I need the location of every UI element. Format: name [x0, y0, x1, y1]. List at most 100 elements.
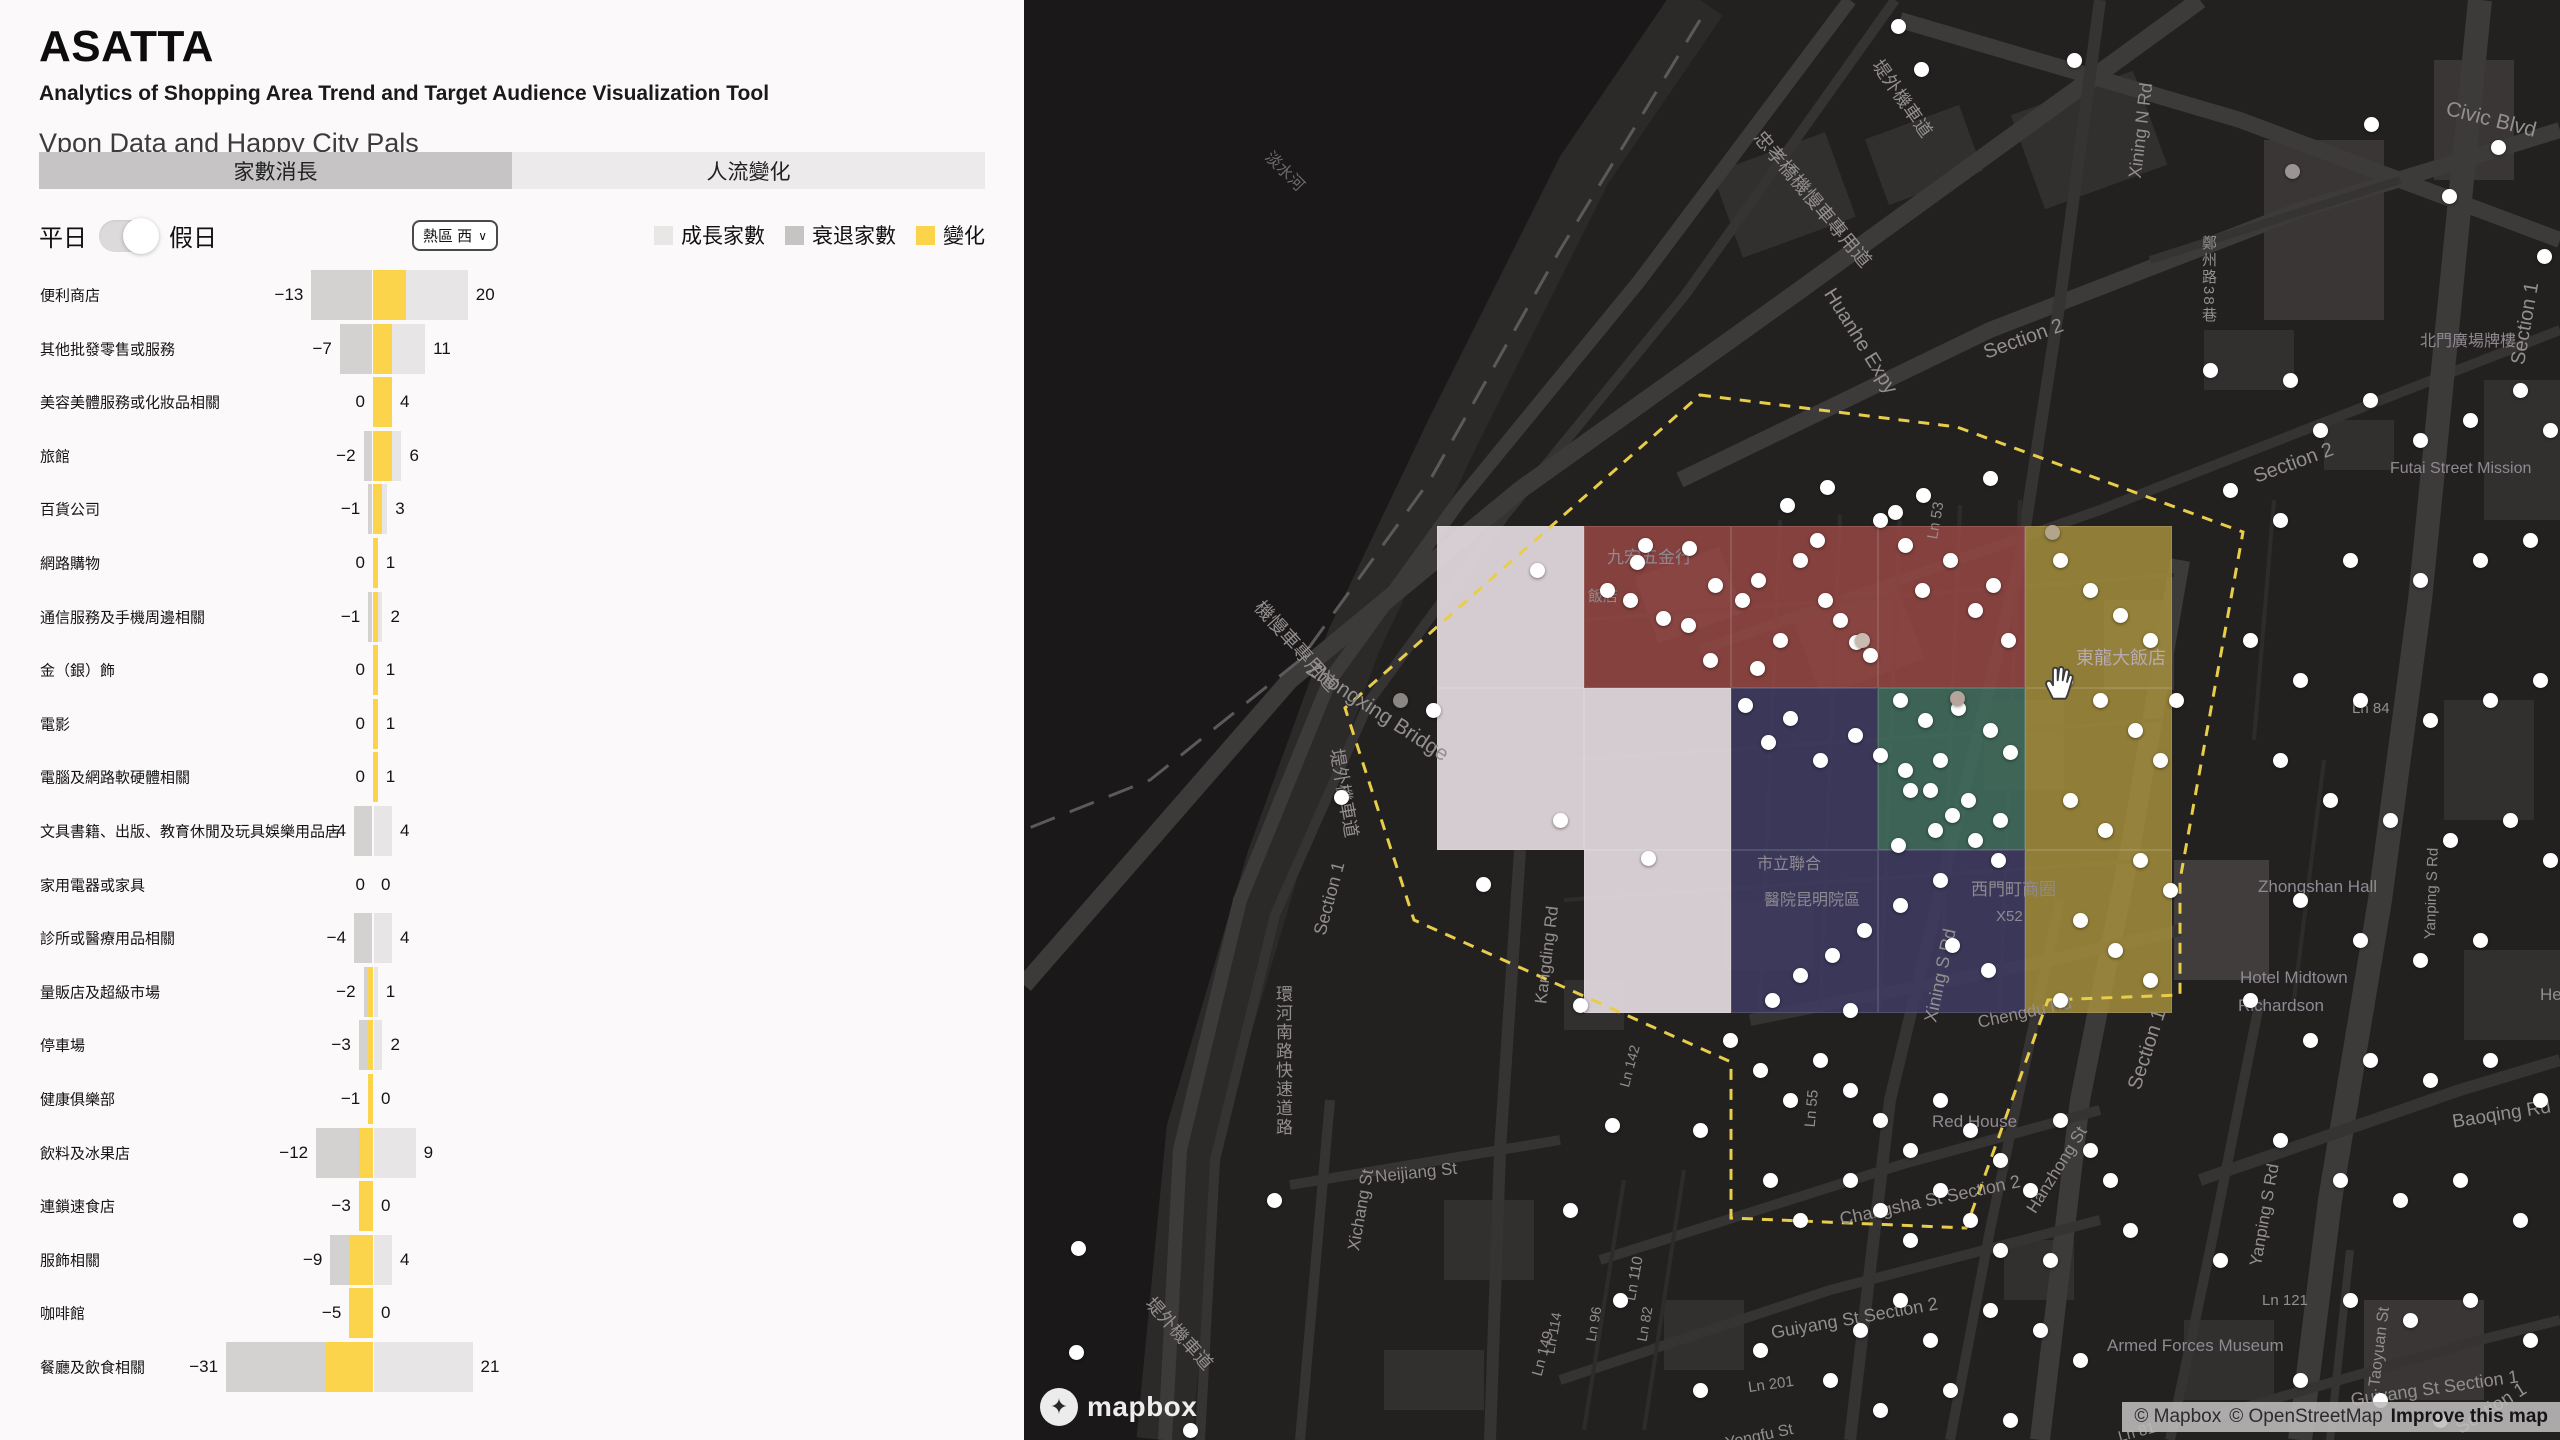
bar-change [373, 377, 392, 427]
poi-dot [2098, 823, 2113, 838]
poi-dot [2169, 693, 2184, 708]
bar-change [349, 1288, 373, 1338]
bar-value-left: 0 [356, 392, 365, 412]
overlay-cell-navy[interactable] [1731, 688, 1878, 850]
poi-dot [2442, 189, 2457, 204]
bar-category-label: 健康俱樂部 [40, 1089, 370, 1110]
poi-dot [2143, 633, 2158, 648]
chart-row: 電腦及網路軟硬體相關01 [0, 750, 1024, 804]
bar-value-right: 1 [386, 767, 395, 787]
bar-value-left: 0 [356, 875, 365, 895]
poi-dot [1963, 1213, 1978, 1228]
bar-change [368, 1074, 373, 1124]
poi-dot [1623, 593, 1638, 608]
overlay-cell-white[interactable] [1584, 850, 1731, 1013]
attrib-mapbox[interactable]: © Mapbox [2134, 1406, 2221, 1428]
tab-foot-traffic[interactable]: 人流變化 [512, 152, 985, 189]
poi-dot [1888, 505, 1903, 520]
overlay-cell-navy[interactable] [1731, 850, 1878, 1013]
bar-change [349, 1235, 373, 1285]
map-label: 醫院昆明院區 [1764, 886, 1860, 910]
poi-dot [1825, 948, 1840, 963]
poi-dot [1928, 823, 1943, 838]
poi-dot [2113, 608, 2128, 623]
poi-dot [1530, 563, 1545, 578]
poi-dot [1968, 833, 1983, 848]
bar-value-left: −1 [341, 499, 360, 519]
chart-row: 網路購物01 [0, 536, 1024, 590]
poi-dot [2073, 1353, 2088, 1368]
bar-value-left: −2 [336, 982, 355, 1002]
poi-dot [1933, 1183, 1948, 1198]
poi-dot [2323, 793, 2338, 808]
bar-change [373, 484, 382, 534]
bar-growth [373, 1020, 382, 1070]
poi-dot [1853, 1323, 1868, 1338]
poi-dot [1613, 1293, 1628, 1308]
bar-value-left: −5 [322, 1303, 341, 1323]
toggle-knob[interactable] [123, 218, 159, 254]
poi-dot [1638, 538, 1653, 553]
bar-change [373, 431, 392, 481]
bar-category-label: 通信服務及手機周邊相關 [40, 606, 370, 627]
tab-store-change[interactable]: 家數消長 [39, 152, 512, 189]
poi-dot [1763, 1173, 1778, 1188]
poi-dot [1986, 578, 2001, 593]
poi-dot [1943, 1383, 1958, 1398]
legend-item: 衰退家數 [785, 220, 896, 250]
bar-value-left: −2 [336, 446, 355, 466]
poi-dot [1793, 1213, 1808, 1228]
poi-dot [1793, 553, 1808, 568]
chart-row: 美容美體服務或化妝品相關04 [0, 375, 1024, 429]
bar-category-label: 金（銀）飾 [40, 660, 370, 681]
poi-dot [1833, 613, 1848, 628]
tab-bar: 家數消長 人流變化 [39, 152, 985, 189]
poi-dot [1945, 808, 1960, 823]
bar-change [373, 324, 392, 374]
poi-dot [1857, 923, 1872, 938]
poi-dot [1993, 1243, 2008, 1258]
bar-value-right: 6 [409, 446, 418, 466]
legend-swatch [916, 226, 935, 245]
poi-dot [1891, 19, 1906, 34]
overlay-cell-white[interactable] [1584, 688, 1731, 850]
attrib-osm[interactable]: © OpenStreetMap [2229, 1406, 2382, 1428]
poi-dot [1761, 735, 1776, 750]
bar-change [373, 592, 378, 642]
attrib-improve-link[interactable]: Improve this map [2391, 1406, 2548, 1428]
bar-value-left: −4 [327, 821, 346, 841]
poi-dot [1267, 1193, 1282, 1208]
bar-growth [373, 1235, 392, 1285]
header: ASATTA Analytics of Shopping Area Trend … [39, 22, 769, 159]
map-label: Hotel Midtown [2240, 968, 2348, 988]
overlay-cell-white[interactable] [1437, 526, 1584, 688]
map-canvas[interactable]: 忠孝橋機慢車專用道機慢車專用道Zhongxing Bridge堤外機車道堤外機車… [1024, 0, 2560, 1440]
poi-dot [1963, 1123, 1978, 1138]
bar-change [373, 270, 406, 320]
chart-row: 文具書籍、出版、教育休閒及玩具娛樂用品店−44 [0, 804, 1024, 858]
bar-value-left: 0 [356, 714, 365, 734]
poi-dot [2067, 53, 2082, 68]
bar-value-right: 11 [433, 339, 451, 359]
bar-growth [373, 913, 392, 963]
legend-item: 成長家數 [654, 220, 765, 250]
poi-dot [1933, 753, 1948, 768]
hotzone-select[interactable]: 熱區 西 ∨ [412, 220, 498, 251]
bar-change [368, 1020, 373, 1070]
bar-value-left: −3 [331, 1196, 350, 1216]
mapbox-logo[interactable]: ✦ mapbox [1040, 1388, 1197, 1426]
bar-category-label: 連鎖速食店 [40, 1196, 370, 1217]
weekday-holiday-toggle[interactable] [99, 220, 157, 252]
bar-category-label: 百貨公司 [40, 499, 370, 520]
poi-dot [2473, 933, 2488, 948]
map-label: Armed Forces Museum [2107, 1336, 2284, 1356]
poi-dot [1981, 963, 1996, 978]
poi-dot [1903, 1143, 1918, 1158]
poi-dot [2543, 853, 2558, 868]
poi-dot [1823, 1373, 1838, 1388]
chart-row: 診所或醫療用品相關−44 [0, 911, 1024, 965]
poi-dot [1961, 793, 1976, 808]
chevron-down-icon: ∨ [478, 229, 487, 243]
map-label: 市立聯合 [1757, 850, 1821, 874]
poi-dot [2413, 433, 2428, 448]
